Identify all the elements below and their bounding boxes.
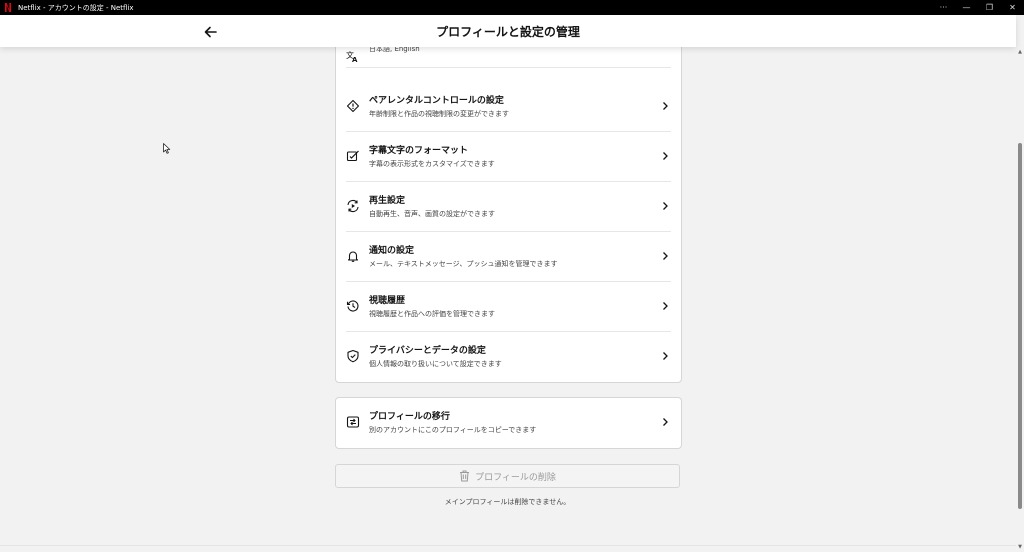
setting-row-notifications[interactable]: 通知の設定 メール、テキストメッセージ、プッシュ通知を管理できます	[336, 232, 681, 282]
playback-icon	[347, 199, 359, 213]
setting-label: ペアレンタルコントロールの設定	[369, 96, 504, 106]
setting-description: メール、テキストメッセージ、プッシュ通知を管理できます	[369, 260, 558, 268]
netflix-logo-icon	[4, 3, 12, 13]
delete-profile-label: プロフィールの削除	[475, 472, 556, 483]
setting-row-privacy[interactable]: プライバシーとデータの設定 個人情報の取り扱いについて設定できます	[336, 332, 681, 382]
language-icon: 文 A	[346, 50, 358, 63]
setting-row-playback[interactable]: 再生設定 自動再生、音声、画質の設定ができます	[336, 182, 681, 232]
scrollbar[interactable]: ▲ ▼	[1016, 47, 1024, 552]
app-header: プロフィールと設定の管理	[0, 15, 1016, 47]
setting-description: 個人情報の取り扱いについて設定できます	[369, 360, 502, 368]
shield-icon	[347, 349, 359, 363]
transfer-icon	[346, 416, 360, 428]
chevron-right-icon	[663, 202, 668, 210]
svg-text:A: A	[352, 56, 358, 63]
mouse-cursor-icon	[163, 143, 171, 154]
transfer-card: プロフィールの移行 別のアカウントにこのプロフィールをコピーできます	[335, 397, 682, 449]
trash-icon	[460, 470, 470, 482]
settings-card: 文 A 言語 日本語, English ペアレンタルコントロールの設定 年齢制限…	[335, 32, 682, 383]
history-icon	[346, 300, 359, 312]
delete-note: メインプロフィールは削除できません。	[444, 498, 571, 506]
delete-profile-button[interactable]: プロフィールの削除	[335, 464, 680, 488]
warning-circle-icon	[346, 99, 360, 113]
setting-label: プライバシーとデータの設定	[369, 346, 486, 356]
setting-description: 自動再生、音声、画質の設定ができます	[369, 210, 495, 218]
page-title: プロフィールと設定の管理	[436, 25, 580, 39]
window-title: Netflix - アカウントの設定 - Netflix	[18, 3, 134, 12]
setting-description: 視聴履歴と作品への評価を管理できます	[369, 310, 495, 318]
chevron-right-icon	[663, 252, 668, 260]
setting-label: 通知の設定	[369, 246, 415, 256]
close-window-button[interactable]: ✕	[1001, 0, 1024, 15]
chevron-right-icon	[663, 302, 668, 310]
scroll-up-icon[interactable]: ▲	[1017, 49, 1023, 55]
setting-label: 字幕文字のフォーマット	[369, 146, 469, 156]
setting-label: プロフィールの移行	[369, 412, 450, 422]
scroll-down-icon[interactable]: ▼	[1017, 544, 1023, 550]
scrollbar-thumb[interactable]	[1018, 143, 1022, 509]
divider	[0, 545, 1016, 546]
chevron-right-icon	[663, 102, 668, 110]
divider	[346, 67, 671, 68]
setting-row-viewing-history[interactable]: 視聴履歴 視聴履歴と作品への評価を管理できます	[336, 282, 681, 332]
setting-description: 別のアカウントにこのプロフィールをコピーできます	[369, 426, 537, 434]
setting-row-subtitle-format[interactable]: 字幕文字のフォーマット 字幕の表示形式をカスタマイズできます	[336, 132, 681, 182]
chevron-right-icon	[663, 152, 668, 160]
chevron-right-icon	[663, 352, 668, 360]
restore-button[interactable]: ❐	[978, 0, 1001, 15]
setting-description: 字幕の表示形式をカスタマイズできます	[369, 160, 495, 168]
window-titlebar: Netflix - アカウントの設定 - Netflix ··· — ❐ ✕	[0, 0, 1024, 15]
setting-label: 視聴履歴	[369, 296, 406, 306]
setting-label: 再生設定	[369, 196, 406, 206]
minimize-button[interactable]: —	[955, 0, 978, 15]
setting-description: 年齢制限と作品の視聴制限の変更ができます	[369, 110, 509, 118]
more-options-button[interactable]: ···	[932, 0, 955, 15]
bell-icon	[347, 251, 359, 262]
chevron-right-icon	[663, 418, 668, 426]
window-controls: ··· — ❐ ✕	[932, 0, 1024, 15]
setting-row-parental-controls[interactable]: ペアレンタルコントロールの設定 年齢制限と作品の視聴制限の変更ができます	[336, 82, 681, 132]
setting-row-transfer-profile[interactable]: プロフィールの移行 別のアカウントにこのプロフィールをコピーできます	[336, 398, 681, 448]
edit-icon	[346, 150, 359, 162]
